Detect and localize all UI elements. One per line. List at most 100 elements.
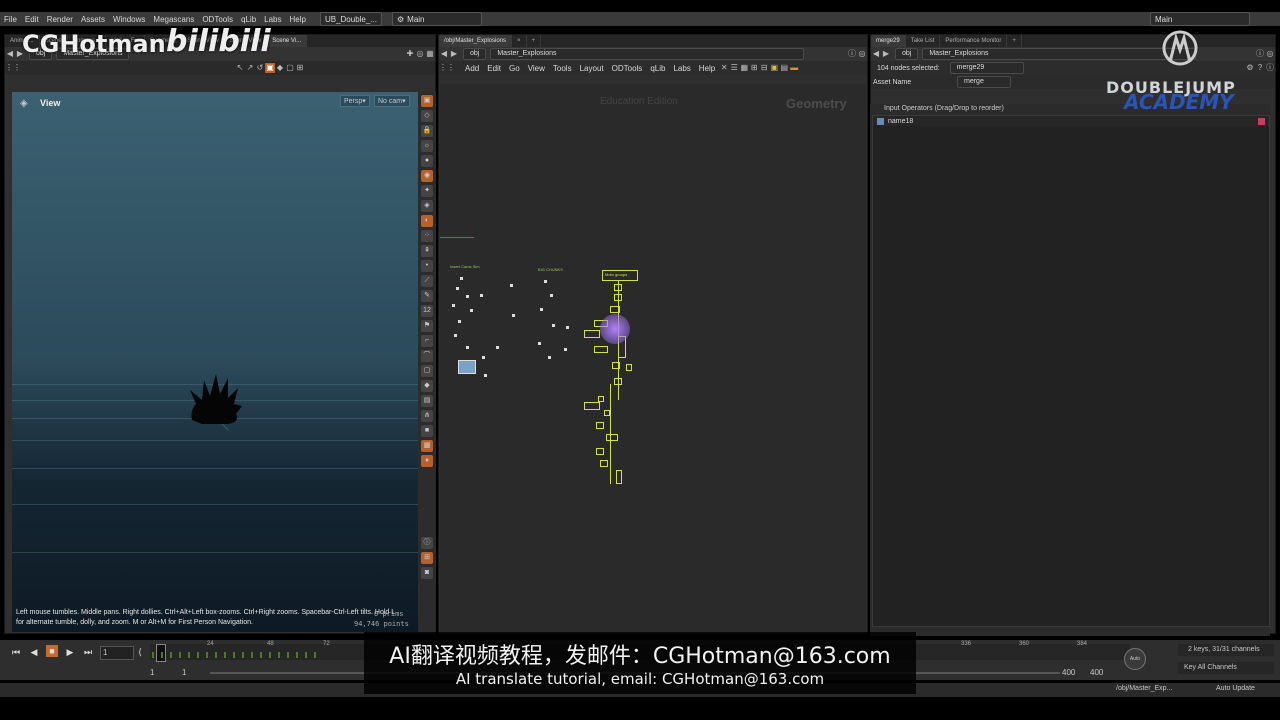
snap-icon[interactable]: ◆ bbox=[275, 63, 285, 73]
desktop-tab[interactable]: UB_Double_... bbox=[319, 12, 382, 26]
node-a10[interactable] bbox=[482, 356, 485, 359]
add-tab-icon[interactable]: + bbox=[527, 35, 542, 47]
tab-take-list[interactable]: Take List bbox=[906, 35, 941, 47]
end-frame-field-2[interactable]: 400 bbox=[1090, 668, 1103, 677]
ghost-icon[interactable]: ◐ bbox=[421, 215, 433, 227]
menu-labs[interactable]: Labs bbox=[260, 15, 285, 24]
node-a12[interactable] bbox=[512, 314, 515, 317]
path-obj[interactable]: obj bbox=[463, 48, 487, 60]
node-a1[interactable] bbox=[460, 277, 463, 280]
node-y11[interactable] bbox=[584, 402, 600, 410]
camera-icon[interactable]: ◉ bbox=[421, 170, 433, 182]
wrench-icon[interactable]: ✕ bbox=[719, 63, 729, 73]
current-frame-field[interactable]: 1 bbox=[100, 646, 134, 660]
net-menu-tools[interactable]: Tools bbox=[549, 64, 576, 73]
key-prev-icon[interactable]: ⟨ bbox=[134, 646, 146, 658]
bulb-icon[interactable]: ✦ bbox=[421, 185, 433, 197]
box-icon[interactable]: ■ bbox=[421, 425, 433, 437]
display-options-icon[interactable]: ▣ bbox=[421, 95, 433, 107]
input-item[interactable]: name18 bbox=[873, 116, 1269, 126]
info-icon[interactable]: ⓘ bbox=[421, 537, 433, 549]
menu-render[interactable]: Render bbox=[43, 15, 77, 24]
menu-help[interactable]: Help bbox=[286, 15, 310, 24]
net-menu-qlib[interactable]: qLib bbox=[646, 64, 669, 73]
net-menu-help[interactable]: Help bbox=[695, 64, 719, 73]
grid-menu-icon[interactable]: ⋮⋮ bbox=[439, 63, 455, 73]
link-icon[interactable]: ◎ bbox=[1265, 49, 1275, 59]
node-a8[interactable] bbox=[454, 334, 457, 337]
tree-icon[interactable]: ⊟ bbox=[759, 63, 769, 73]
layout-icon[interactable]: ⊞ bbox=[421, 552, 433, 564]
menu-odtools[interactable]: ODTools bbox=[198, 15, 237, 24]
remove-input-icon[interactable] bbox=[1258, 117, 1265, 125]
wireframe-icon[interactable]: ◇ bbox=[421, 110, 433, 122]
diamond-icon[interactable]: ◆ bbox=[421, 380, 433, 392]
node-y1[interactable] bbox=[614, 284, 622, 291]
net-menu-edit[interactable]: Edit bbox=[483, 64, 505, 73]
node-y10[interactable] bbox=[614, 378, 622, 385]
step-back-icon[interactable]: ◀ bbox=[28, 646, 40, 658]
node-b3[interactable] bbox=[540, 308, 543, 311]
menu-assets[interactable]: Assets bbox=[77, 15, 109, 24]
stop-icon[interactable]: ■ bbox=[46, 645, 58, 657]
node-y8[interactable] bbox=[612, 362, 620, 369]
lock-icon[interactable]: 🔒 bbox=[421, 125, 433, 137]
node-name-field[interactable]: merge29 bbox=[949, 62, 1024, 74]
menu-file[interactable]: File bbox=[0, 15, 21, 24]
link-icon[interactable]: ◎ bbox=[857, 49, 867, 59]
numbers-icon[interactable]: 12 bbox=[421, 305, 433, 317]
info-icon[interactable]: ⓘ bbox=[1255, 49, 1265, 59]
points-icon[interactable]: ⁘ bbox=[421, 230, 433, 242]
shading-icon[interactable]: ● bbox=[421, 155, 433, 167]
moto-groups-node[interactable]: Moto groups bbox=[602, 270, 638, 281]
auto-update-selector[interactable]: Auto Update bbox=[1216, 685, 1255, 692]
shapes-icon[interactable]: ▤ bbox=[779, 63, 789, 73]
grid-view-icon[interactable]: ⊞ bbox=[749, 63, 759, 73]
view-options-icon[interactable]: ▦ bbox=[425, 49, 435, 59]
snapshot-icon[interactable]: ◙ bbox=[421, 567, 433, 579]
node-y2[interactable] bbox=[614, 294, 622, 301]
node-y14[interactable] bbox=[596, 422, 604, 429]
camera-dropdown[interactable]: No cam▾ bbox=[374, 95, 410, 107]
node-y18[interactable] bbox=[616, 470, 622, 484]
display-icon[interactable]: ▢ bbox=[285, 63, 295, 73]
node-b6[interactable] bbox=[548, 356, 551, 359]
corner-icon[interactable]: ⌐ bbox=[421, 335, 433, 347]
net-menu-layout[interactable]: Layout bbox=[576, 64, 608, 73]
node-a5[interactable] bbox=[470, 309, 473, 312]
menu-megascans[interactable]: Megascans bbox=[149, 15, 198, 24]
folder-icon[interactable]: ▬ bbox=[789, 63, 799, 73]
skip-start-icon[interactable]: ⏮ bbox=[10, 646, 22, 658]
start-frame-field-2[interactable]: 1 bbox=[182, 668, 186, 677]
lamp-icon[interactable]: ♦ bbox=[421, 455, 433, 467]
menu-windows[interactable]: Windows bbox=[109, 15, 149, 24]
link-icon[interactable]: ◎ bbox=[415, 49, 425, 59]
gear-icon[interactable]: ⚙ bbox=[1245, 63, 1255, 73]
end-frame-field[interactable]: 400 bbox=[1062, 668, 1075, 677]
back-arrow-icon[interactable]: ◀ bbox=[5, 49, 15, 59]
tab-network[interactable]: /obj/Master_Explosions bbox=[439, 35, 513, 47]
tile-icon[interactable]: ▦ bbox=[739, 63, 749, 73]
node-b4[interactable] bbox=[552, 324, 555, 327]
brush-icon[interactable]: ✎ bbox=[421, 290, 433, 302]
measure-icon[interactable]: ⟋ bbox=[421, 275, 433, 287]
start-frame-field[interactable]: 1 bbox=[150, 668, 154, 677]
handle-tool-icon[interactable]: ▣ bbox=[265, 63, 275, 73]
close-tab-icon[interactable]: × bbox=[512, 35, 527, 47]
dot-icon[interactable]: • bbox=[421, 260, 433, 272]
tab-scene-view-3[interactable]: Scene Vi... bbox=[267, 35, 308, 47]
help-icon[interactable]: ? bbox=[1255, 63, 1265, 73]
node-a7[interactable] bbox=[480, 294, 483, 297]
node-b2[interactable] bbox=[550, 294, 553, 297]
tab-merge29[interactable]: merge29 bbox=[871, 35, 906, 47]
auto-key-button[interactable]: Auto bbox=[1124, 648, 1146, 670]
play-icon[interactable]: ▶ bbox=[64, 646, 76, 658]
asset-name-dropdown[interactable]: merge bbox=[957, 76, 1011, 88]
node-b7[interactable] bbox=[564, 348, 567, 351]
node-a11[interactable] bbox=[510, 284, 513, 287]
add-tab-icon[interactable]: + bbox=[1007, 35, 1022, 47]
cube-icon[interactable]: ▤ bbox=[421, 395, 433, 407]
split-icon[interactable]: ⋔ bbox=[421, 410, 433, 422]
normals-icon[interactable]: ⇞ bbox=[421, 245, 433, 257]
node-y16[interactable] bbox=[596, 448, 604, 455]
